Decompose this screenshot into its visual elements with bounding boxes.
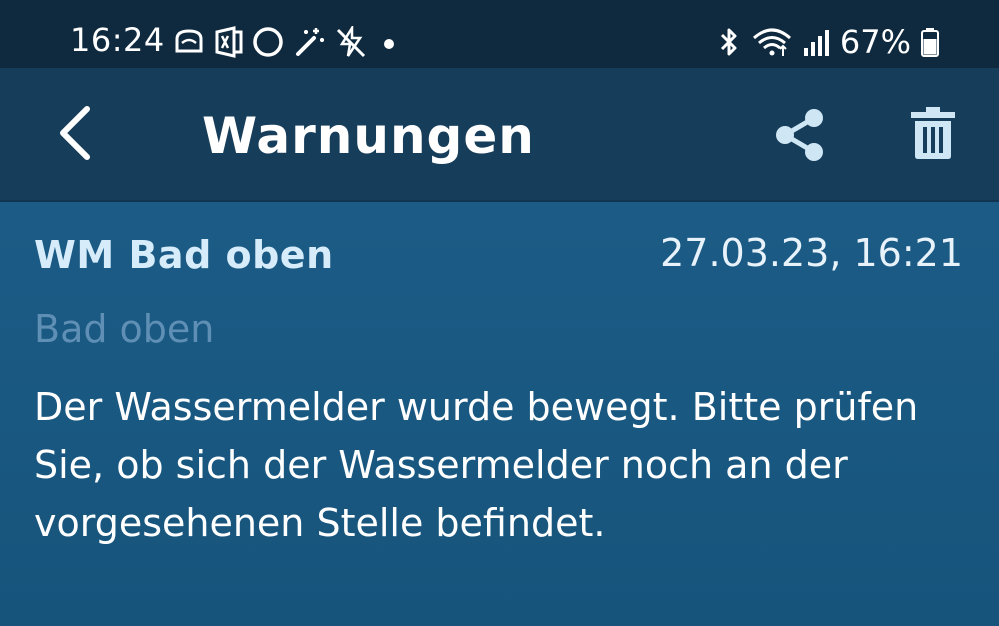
trash-icon (909, 105, 957, 161)
bluetooth-icon (716, 26, 742, 58)
battery-icon (921, 26, 939, 58)
warning-device-name: WM Bad oben (34, 233, 334, 277)
warning-room: Bad oben (34, 307, 215, 351)
battery-percent: 67% (839, 23, 911, 61)
chevron-left-icon (55, 103, 95, 163)
warnings-screen: 16:24 67% Warnungen WM Bad oben 27.03.23… (0, 0, 999, 626)
office-icon (214, 26, 244, 58)
warning-message: Der Wassermelder wurde bewegt. Bitte prü… (34, 385, 919, 545)
flash-off-icon (334, 26, 368, 58)
back-button[interactable] (40, 98, 110, 168)
warning-item[interactable]: WM Bad oben 27.03.23, 16:21 Bad oben Der… (0, 202, 999, 626)
circle-icon (252, 26, 284, 58)
dot-icon (376, 26, 402, 58)
status-icons-left (172, 22, 402, 62)
share-button[interactable] (765, 100, 835, 170)
signal-icon (802, 26, 830, 58)
delete-button[interactable] (898, 98, 968, 168)
face-id-icon (172, 27, 206, 57)
warning-timestamp: 27.03.23, 16:21 (660, 231, 963, 275)
wifi-icon (752, 26, 792, 58)
status-bar: 16:24 67% (0, 0, 999, 68)
magic-wand-icon (292, 26, 326, 58)
status-time: 16:24 (70, 21, 165, 59)
share-icon (772, 107, 828, 163)
status-icons-right: 67% (716, 22, 939, 62)
page-title: Warnungen (202, 107, 535, 165)
app-toolbar: Warnungen (0, 68, 999, 202)
